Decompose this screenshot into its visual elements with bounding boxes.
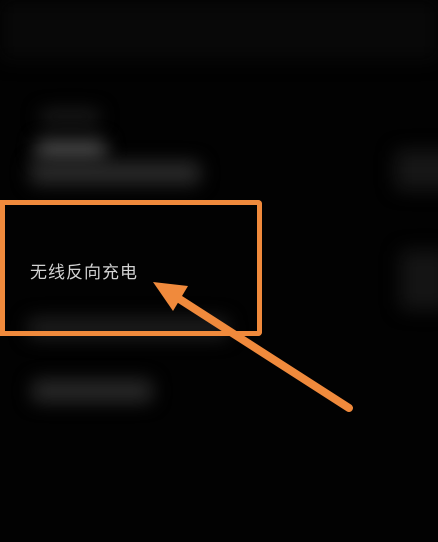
settings-screen: 无线反向充电 (0, 0, 438, 542)
highlight-box (0, 200, 262, 336)
blurred-text (32, 380, 152, 402)
blurred-header (0, 0, 438, 60)
blurred-text (36, 140, 106, 160)
blurred-text (40, 110, 100, 124)
blurred-toggle (400, 250, 438, 310)
blurred-toggle (395, 150, 438, 190)
blurred-text (30, 162, 200, 184)
